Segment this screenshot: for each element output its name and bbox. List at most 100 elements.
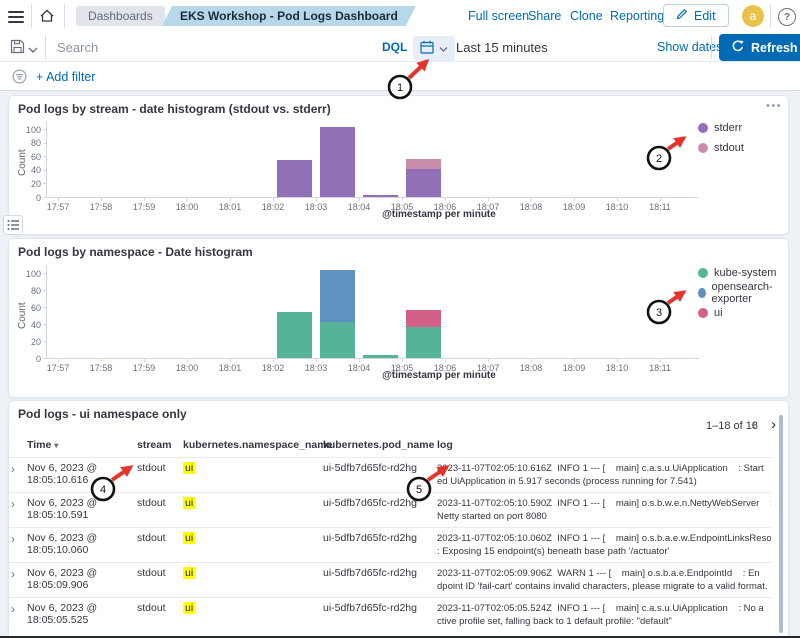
y-tick-mark [43, 290, 46, 291]
y-tick-label: 20 [15, 179, 41, 189]
x-tick-mark [531, 358, 532, 362]
time-range-value[interactable]: Last 15 minutes [456, 40, 548, 55]
expand-row-icon[interactable]: › [9, 602, 27, 637]
legend-item[interactable]: kube-system [698, 263, 788, 283]
table-row: ›Nov 6, 2023 @ 18:05:10.060stdoutuiui-5d… [9, 527, 772, 567]
namespace-highlight: ui [183, 462, 195, 474]
saved-query-icon[interactable] [10, 39, 25, 57]
histogram-bar-segment[interactable] [277, 312, 312, 358]
histogram-bar-segment[interactable] [320, 322, 355, 358]
histogram-bar-segment[interactable] [406, 169, 441, 197]
help-icon[interactable]: ? [778, 8, 796, 26]
column-header-time[interactable]: Time ▾ [27, 439, 137, 452]
histogram-bar-segment[interactable] [363, 355, 398, 358]
cell-namespace: ui [183, 602, 323, 637]
table-scrollbar[interactable] [779, 415, 783, 633]
search-input[interactable]: Search [57, 40, 98, 55]
legend-color-dot [698, 268, 708, 278]
x-tick-mark [273, 358, 274, 362]
reporting-link[interactable]: Reporting [610, 9, 664, 23]
saved-query-chevron-icon[interactable] [28, 43, 38, 57]
x-tick-label: 17:58 [81, 202, 121, 212]
histogram-bar-segment[interactable] [363, 195, 398, 197]
y-axis-line [46, 265, 47, 358]
legend-item[interactable]: stderr [698, 118, 744, 138]
log-line: 2023-11-07T02:05:05.524Z INFO 1 --- [ ma… [437, 602, 771, 615]
y-tick-mark [43, 170, 46, 171]
legend-color-dot [698, 123, 708, 133]
x-tick-label: 18:10 [597, 363, 637, 373]
log-line: 2023-11-07T02:05:10.060Z INFO 1 --- [ ma… [437, 532, 771, 545]
legend-label: kube-system [714, 267, 776, 279]
x-tick-mark [187, 197, 188, 201]
x-tick-label: 18:01 [210, 363, 250, 373]
column-header-log[interactable]: log [437, 439, 771, 452]
legend-item[interactable]: ui [698, 303, 788, 323]
histogram-bar-segment[interactable] [277, 160, 312, 197]
legend-item[interactable]: opensearch-exporter [698, 283, 788, 303]
x-tick-mark [574, 197, 575, 201]
refresh-button[interactable]: Refresh [719, 34, 800, 61]
y-tick-mark [43, 143, 46, 144]
home-icon[interactable] [39, 8, 55, 27]
table-row: ›Nov 6, 2023 @ 18:05:10.591stdoutuiui-5d… [9, 492, 772, 532]
x-tick-label: 17:59 [124, 363, 164, 373]
y-tick-mark [43, 324, 46, 325]
y-tick-label: 100 [15, 125, 41, 135]
log-line: Netty started on port 8080 [437, 510, 771, 523]
sort-down-icon: ▾ [54, 441, 58, 450]
table-row: ›Nov 6, 2023 @ 18:05:05.525stdoutuiui-5d… [9, 597, 772, 637]
histogram-bar-segment[interactable] [320, 127, 355, 197]
x-tick-mark [488, 197, 489, 201]
pagination-prev-icon[interactable]: ‹ [751, 417, 756, 432]
histogram-bar-segment[interactable] [320, 270, 355, 322]
filter-icon[interactable] [12, 69, 27, 87]
legend-toggle-icon[interactable] [3, 215, 23, 235]
namespace-highlight: ui [183, 497, 195, 509]
breadcrumb-dashboards[interactable]: Dashboards [76, 6, 165, 26]
share-link[interactable]: Share [528, 9, 561, 23]
x-tick-mark [402, 197, 403, 201]
x-tick-label: 18:03 [296, 363, 336, 373]
y-tick-label: 0 [15, 354, 41, 364]
y-axis-title: Count [17, 302, 28, 329]
refresh-icon [732, 40, 744, 55]
y-tick-mark [43, 156, 46, 157]
pagination-next-icon[interactable]: › [771, 417, 776, 432]
edit-button[interactable]: Edit [663, 4, 729, 27]
log-line: ctive profile set, falling back to 1 def… [437, 615, 771, 628]
panel-options-icon[interactable]: ••• [766, 100, 782, 112]
date-picker-button[interactable] [413, 36, 455, 61]
avatar[interactable]: a [742, 5, 764, 27]
histogram-bar-segment[interactable] [406, 327, 441, 358]
menu-icon[interactable] [8, 8, 24, 26]
column-header-pod[interactable]: kubernetes.pod_name [323, 439, 437, 452]
calendar-icon [420, 40, 434, 57]
x-axis-title: @timestamp per minute [339, 209, 539, 220]
divider [45, 35, 46, 59]
namespace-highlight: ui [183, 567, 195, 579]
full-screen-link[interactable]: Full screen [468, 9, 529, 23]
y-tick-label: 80 [15, 138, 41, 148]
x-tick-mark [58, 358, 59, 362]
x-tick-mark [144, 197, 145, 201]
y-tick-label: 20 [15, 337, 41, 347]
log-line: 2023-11-07T02:05:10.616Z INFO 1 --- [ ma… [437, 462, 771, 475]
dql-selector[interactable]: DQL [382, 40, 407, 54]
column-header-stream[interactable]: stream [137, 439, 183, 452]
add-filter-link[interactable]: + Add filter [36, 70, 95, 84]
y-tick-mark [43, 358, 46, 359]
y-tick-label: 80 [15, 286, 41, 296]
x-tick-label: 18:01 [210, 202, 250, 212]
x-tick-label: 18:02 [253, 202, 293, 212]
histogram-bar-segment[interactable] [406, 310, 441, 326]
x-tick-mark [187, 358, 188, 362]
column-header-namespace[interactable]: kubernetes.namespace_name [183, 439, 323, 452]
show-dates-link[interactable]: Show dates [657, 40, 722, 54]
legend-item[interactable]: stdout [698, 138, 744, 158]
y-tick-mark [43, 183, 46, 184]
clone-link[interactable]: Clone [570, 9, 603, 23]
panel-pod-logs-by-stream: Pod logs by stream - date histogram (std… [8, 95, 789, 235]
log-line: ed UiApplication in 5.917 seconds (proce… [437, 475, 771, 488]
histogram-bar-segment[interactable] [406, 159, 441, 169]
